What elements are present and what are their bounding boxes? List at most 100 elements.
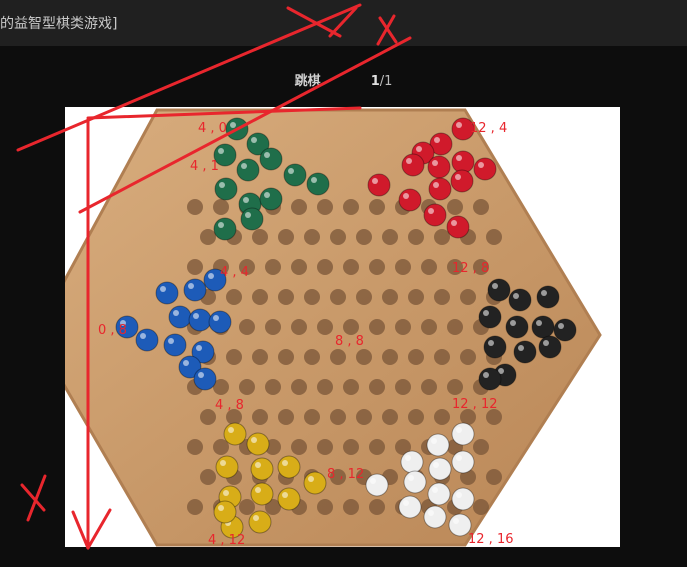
marble-green xyxy=(214,177,238,201)
board-hole xyxy=(200,409,216,425)
marble-highlight xyxy=(543,340,549,346)
marble-blue xyxy=(208,310,232,334)
marble-white xyxy=(448,513,472,537)
board-hole xyxy=(343,319,359,335)
marble-highlight xyxy=(456,427,462,433)
marble-white xyxy=(427,482,451,506)
marble-highlight xyxy=(213,315,219,321)
marble-highlight xyxy=(456,155,462,161)
marble-highlight xyxy=(541,290,547,296)
board-hole xyxy=(213,199,229,215)
marble-highlight xyxy=(406,158,412,164)
board-hole xyxy=(291,439,307,455)
marble-highlight xyxy=(251,137,257,143)
marble-highlight xyxy=(241,163,247,169)
board-hole xyxy=(278,409,294,425)
annotation-stroke xyxy=(26,474,47,522)
image-counter: 1/1 xyxy=(371,74,393,89)
board-hole xyxy=(265,319,281,335)
board-hole xyxy=(265,259,281,275)
marble-highlight xyxy=(408,475,414,481)
marble-green xyxy=(259,187,283,211)
marble-highlight xyxy=(251,437,257,443)
board-hole xyxy=(317,199,333,215)
marble-white xyxy=(398,495,422,519)
marble-highlight xyxy=(488,340,494,346)
marble-highlight xyxy=(311,177,317,183)
marble-red xyxy=(473,157,497,181)
marble-highlight xyxy=(403,193,409,199)
board-hole xyxy=(421,379,437,395)
marble-yellow xyxy=(277,487,301,511)
board-hole xyxy=(317,259,333,275)
board-hole xyxy=(473,439,489,455)
board-hole xyxy=(200,229,216,245)
marble-highlight xyxy=(140,333,146,339)
board-hole xyxy=(187,199,203,215)
marble-highlight xyxy=(513,293,519,299)
board-hole xyxy=(356,409,372,425)
marble-green xyxy=(240,207,264,231)
marble-yellow xyxy=(277,455,301,479)
board-hole xyxy=(187,499,203,515)
marble-highlight xyxy=(428,208,434,214)
board-hole xyxy=(447,199,463,215)
marble-highlight xyxy=(558,323,564,329)
marble-white xyxy=(428,457,452,481)
board-hole xyxy=(473,199,489,215)
marble-highlight xyxy=(433,182,439,188)
board-hole xyxy=(369,499,385,515)
marble-green xyxy=(213,143,237,167)
marble-highlight xyxy=(173,310,179,316)
marble-yellow xyxy=(303,471,327,495)
marble-green xyxy=(283,163,307,187)
marble-highlight xyxy=(370,478,376,484)
board-hole xyxy=(330,469,346,485)
board-hole xyxy=(447,379,463,395)
marble-highlight xyxy=(218,222,224,228)
board-hole xyxy=(434,409,450,425)
marble-highlight xyxy=(196,345,202,351)
marble-highlight xyxy=(160,286,166,292)
marble-highlight xyxy=(220,460,226,466)
marble-highlight xyxy=(218,148,224,154)
board-hole xyxy=(434,349,450,365)
board-photo[interactable] xyxy=(65,107,620,547)
marble-white xyxy=(451,450,475,474)
marble-highlight xyxy=(308,476,314,482)
marble-highlight xyxy=(456,122,462,128)
board-hole xyxy=(382,229,398,245)
board-hole xyxy=(239,379,255,395)
marble-blue xyxy=(188,308,212,332)
board-hole xyxy=(408,409,424,425)
marble-highlight xyxy=(288,168,294,174)
marble-highlight xyxy=(183,360,189,366)
marble-white xyxy=(451,487,475,511)
board-hole xyxy=(252,349,268,365)
board-hole xyxy=(421,259,437,275)
marble-yellow xyxy=(248,510,272,534)
marble-highlight xyxy=(455,174,461,180)
marble-yellow xyxy=(213,500,237,524)
marble-highlight xyxy=(282,460,288,466)
board-hole xyxy=(317,379,333,395)
board-hole xyxy=(252,229,268,245)
marble-highlight xyxy=(253,515,259,521)
board-hole xyxy=(395,379,411,395)
board-hole xyxy=(252,289,268,305)
marble-highlight xyxy=(431,438,437,444)
board-hole xyxy=(239,319,255,335)
board-hole xyxy=(239,499,255,515)
image-name: 跳棋 xyxy=(294,74,321,89)
marble-black xyxy=(531,315,555,339)
board-hole xyxy=(395,319,411,335)
board-hole xyxy=(343,199,359,215)
marble-black xyxy=(553,318,577,342)
marble-black xyxy=(536,285,560,309)
board-hole xyxy=(486,229,502,245)
marble-red xyxy=(450,169,474,193)
marble-green xyxy=(306,172,330,196)
board-hole xyxy=(304,349,320,365)
board-hole xyxy=(343,379,359,395)
board-hole xyxy=(226,289,242,305)
